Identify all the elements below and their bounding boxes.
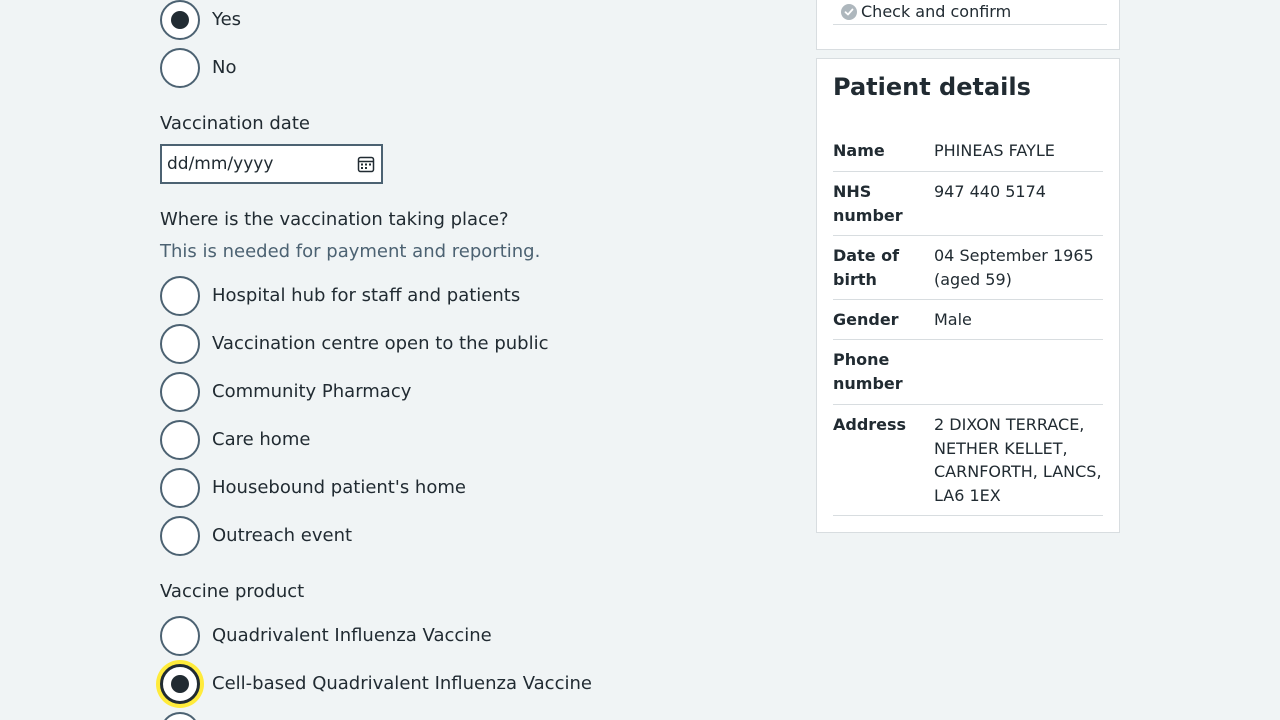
summary-row-date-of-birth: Date of birth 04 September 1965 (aged 59… [833, 236, 1103, 300]
patient-details-title: Patient details [833, 73, 1031, 101]
radio-housebound[interactable]: Housebound patient's home [160, 468, 466, 508]
calendar-icon[interactable] [357, 155, 375, 173]
summary-key: Address [833, 415, 907, 434]
radio-community-pharmacy-control[interactable] [160, 372, 200, 412]
summary-key: Phone number [833, 350, 903, 393]
radio-vaccination-centre[interactable]: Vaccination centre open to the public [160, 324, 548, 364]
summary-row-phone-number: Phone number [833, 340, 1103, 405]
vaccination-date-value: dd/mm/yyyy [167, 154, 274, 174]
location-hint: This is needed for payment and reporting… [160, 241, 541, 262]
vaccination-date-input[interactable]: dd/mm/yyyy [160, 144, 383, 184]
radio-outreach-event-label: Outreach event [212, 525, 353, 546]
vaccine-product-label: Vaccine product [160, 581, 305, 602]
summary-key: Gender [833, 310, 899, 329]
radio-hospital-hub-control[interactable] [160, 276, 200, 316]
task-steps-panel: Check and confirm [816, 0, 1120, 50]
radio-no-control[interactable] [160, 48, 200, 88]
radio-cell-based-quadrivalent[interactable]: Cell-based Quadrivalent Influenza Vaccin… [160, 664, 592, 704]
summary-value: 947 440 5174 [934, 182, 1046, 201]
radio-outreach-event[interactable]: Outreach event [160, 516, 352, 556]
radio-vaccination-centre-label: Vaccination centre open to the public [212, 333, 549, 354]
radio-community-pharmacy[interactable]: Community Pharmacy [160, 372, 411, 412]
vaccination-date-label: Vaccination date [160, 113, 310, 134]
radio-yes[interactable]: Yes [160, 0, 241, 40]
summary-row-name: Name PHINEAS FAYLE [833, 131, 1103, 172]
step-check-and-confirm[interactable]: Check and confirm [833, 0, 1107, 25]
radio-next-option-control[interactable] [160, 712, 200, 720]
radio-hospital-hub-label: Hospital hub for staff and patients [212, 285, 521, 306]
radio-housebound-control[interactable] [160, 468, 200, 508]
location-question-label: Where is the vaccination taking place? [160, 209, 509, 230]
radio-yes-label: Yes [212, 9, 242, 30]
radio-hospital-hub[interactable]: Hospital hub for staff and patients [160, 276, 520, 316]
radio-no[interactable]: No [160, 48, 236, 88]
summary-key: NHS number [833, 182, 903, 225]
summary-value: 2 DIXON TERRACE, NETHER KELLET, CARNFORT… [934, 415, 1102, 505]
radio-cell-based-quadrivalent-control[interactable] [160, 664, 200, 704]
radio-next-option[interactable] [160, 712, 200, 720]
radio-outreach-event-control[interactable] [160, 516, 200, 556]
radio-community-pharmacy-label: Community Pharmacy [212, 381, 412, 402]
radio-vaccination-centre-control[interactable] [160, 324, 200, 364]
patient-details-panel: Patient details Name PHINEAS FAYLE NHS n… [816, 58, 1120, 533]
radio-quadrivalent[interactable]: Quadrivalent Influenza Vaccine [160, 616, 492, 656]
summary-key: Name [833, 141, 885, 160]
radio-care-home[interactable]: Care home [160, 420, 310, 460]
summary-value: Male [934, 310, 972, 329]
summary-key: Date of birth [833, 246, 900, 289]
radio-no-label: No [212, 57, 237, 78]
check-circle-icon [841, 3, 857, 20]
radio-cell-based-quadrivalent-label: Cell-based Quadrivalent Influenza Vaccin… [212, 673, 592, 694]
radio-quadrivalent-control[interactable] [160, 616, 200, 656]
summary-row-address: Address 2 DIXON TERRACE, NETHER KELLET, … [833, 405, 1103, 516]
radio-care-home-label: Care home [212, 429, 311, 450]
summary-row-gender: Gender Male [833, 300, 1103, 340]
step-check-and-confirm-label: Check and confirm [861, 2, 1012, 21]
radio-quadrivalent-label: Quadrivalent Influenza Vaccine [212, 625, 492, 646]
summary-row-nhs-number: NHS number 947 440 5174 [833, 172, 1103, 236]
radio-care-home-control[interactable] [160, 420, 200, 460]
radio-yes-control[interactable] [160, 0, 200, 40]
radio-housebound-label: Housebound patient's home [212, 477, 466, 498]
summary-value: PHINEAS FAYLE [934, 141, 1055, 160]
summary-value: 04 September 1965 (aged 59) [934, 246, 1094, 289]
